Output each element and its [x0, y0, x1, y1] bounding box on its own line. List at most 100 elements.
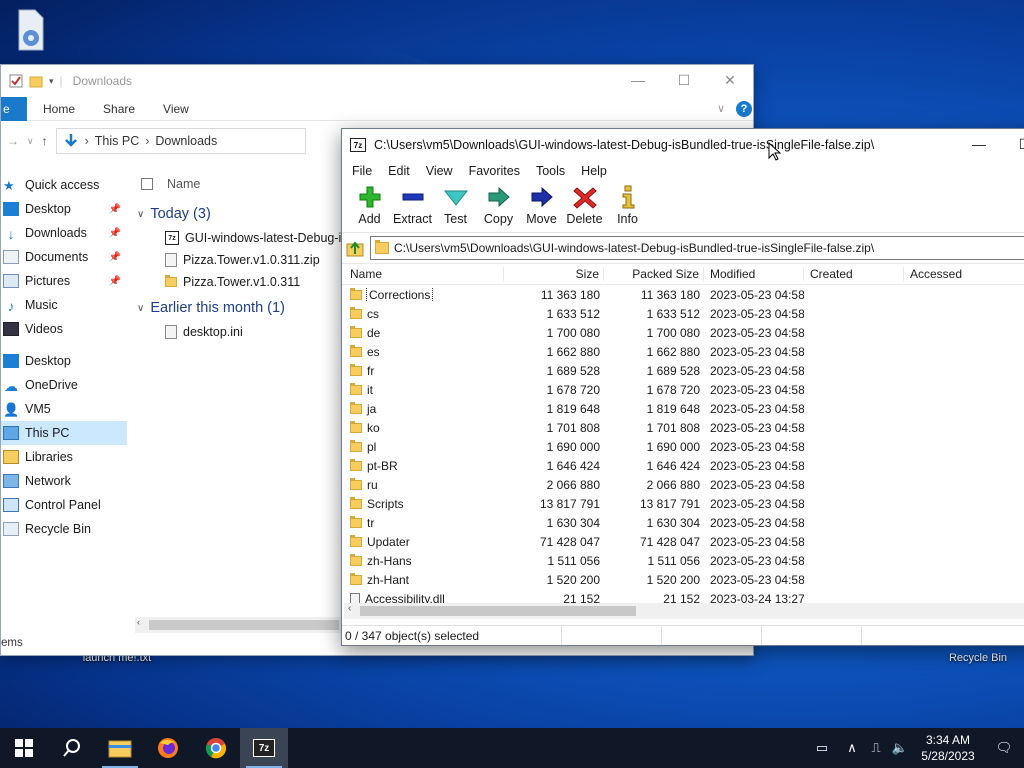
menu-file[interactable]: File	[344, 164, 380, 178]
table-row[interactable]: fr 1 689 528 1 689 528 2023-05-23 04:58	[342, 361, 1024, 380]
explorer-horizontal-scrollbar[interactable]: ‹	[135, 617, 345, 633]
recycle-bin-desktop-icon[interactable]: Recycle Bin	[938, 652, 1018, 664]
explorer-address-bar[interactable]: › This PC › Downloads	[55, 128, 306, 154]
maximize-icon[interactable]: ☐	[661, 65, 707, 95]
table-row[interactable]: zh-Hant 1 520 200 1 520 200 2023-05-23 04:5…	[342, 570, 1024, 589]
file-row[interactable]: Pizza.Tower.v1.0.311.zip	[135, 249, 355, 271]
column-header-size[interactable]: Size	[504, 267, 604, 281]
delete-button[interactable]: Delete	[563, 185, 606, 226]
nav-item-libraries[interactable]: Libraries	[1, 445, 127, 469]
menu-help[interactable]: Help	[573, 164, 615, 178]
nav-item-vm5[interactable]: 👤 VM5	[1, 397, 127, 421]
recent-locations-icon[interactable]: ∨	[27, 136, 34, 147]
file-row[interactable]: 7z GUI-windows-latest-Debug-is	[135, 227, 355, 249]
volume-muted-icon[interactable]: 🔈	[888, 728, 912, 768]
maximize-icon[interactable]: ☐	[1002, 129, 1024, 159]
table-row[interactable]: de 1 700 080 1 700 080 2023-05-23 04:58	[342, 323, 1024, 342]
table-row[interactable]: zh-Hans 1 511 056 1 511 056 2023-05-23 04:5…	[342, 551, 1024, 570]
file-row[interactable]: Pizza.Tower.v1.0.311	[135, 271, 355, 293]
nav-item-onedrive[interactable]: ☁ OneDrive	[1, 373, 127, 397]
select-all-checkbox[interactable]	[141, 178, 153, 190]
file-row[interactable]: desktop.ini	[135, 321, 355, 343]
group-header-today[interactable]: ∨ Today (3)	[135, 201, 355, 227]
up-folder-icon[interactable]	[346, 239, 364, 257]
menu-favorites[interactable]: Favorites	[461, 164, 528, 178]
group-header-earlier[interactable]: ∨ Earlier this month (1)	[135, 295, 355, 321]
nav-item-pictures[interactable]: Pictures 📌	[1, 269, 127, 293]
start-button[interactable]	[0, 728, 48, 768]
scrollbar-thumb[interactable]	[149, 620, 339, 630]
nav-item-videos[interactable]: Videos	[1, 317, 127, 341]
column-header-accessed[interactable]: Accessed	[904, 267, 1004, 281]
test-button[interactable]: Test	[434, 185, 477, 226]
nav-item-desktop[interactable]: Desktop 📌	[1, 197, 127, 221]
breadcrumb-downloads[interactable]: Downloads	[155, 134, 217, 148]
properties-icon[interactable]	[9, 74, 23, 88]
breadcrumb-this-pc[interactable]: This PC	[95, 134, 139, 148]
nav-item-downloads[interactable]: ↓ Downloads 📌	[1, 221, 127, 245]
menu-edit[interactable]: Edit	[380, 164, 418, 178]
ribbon-tab-share[interactable]: Share	[89, 102, 149, 116]
table-row[interactable]: es 1 662 880 1 662 880 2023-05-23 04:58	[342, 342, 1024, 361]
nav-item-this-pc[interactable]: This PC	[1, 421, 127, 445]
ribbon-file-tab[interactable]: e	[1, 96, 27, 121]
nav-item-desktop-root[interactable]: Desktop	[1, 349, 127, 373]
column-header-packed-size[interactable]: Packed Size	[604, 267, 704, 281]
table-row[interactable]: pt-BR 1 646 424 1 646 424 2023-05-23 04:58	[342, 456, 1024, 475]
extract-button[interactable]: Extract	[391, 185, 434, 226]
table-row[interactable]: ko 1 701 808 1 701 808 2023-05-23 04:58	[342, 418, 1024, 437]
network-tray-icon[interactable]: ⎍	[864, 728, 888, 768]
nav-item-quick-access[interactable]: ★ Quick access	[1, 173, 127, 197]
table-row[interactable]: pl 1 690 000 1 690 000 2023-05-23 04:58	[342, 437, 1024, 456]
taskbar-sevenzip[interactable]: 7z	[240, 728, 288, 768]
ribbon-tab-home[interactable]: Home	[29, 102, 89, 116]
ribbon-expand-icon[interactable]: ∨	[717, 102, 725, 115]
table-row[interactable]: Corrections 11 363 180 11 363 180 2023-05-2…	[342, 285, 1024, 304]
copy-button[interactable]: Copy	[477, 185, 520, 226]
minimize-icon[interactable]: —	[615, 65, 661, 95]
up-icon[interactable]: ↑	[42, 134, 48, 148]
nav-item-recycle-bin[interactable]: Recycle Bin	[1, 517, 127, 541]
desktop-ini-icon[interactable]	[0, 8, 66, 59]
minimize-icon[interactable]: —	[956, 129, 1002, 159]
close-icon[interactable]: ✕	[707, 65, 753, 95]
chevron-down-icon[interactable]: ▾	[49, 76, 54, 87]
nav-item-network[interactable]: Network	[1, 469, 127, 493]
taskbar-file-explorer[interactable]	[96, 728, 144, 768]
table-row[interactable]: ja 1 819 648 1 819 648 2023-05-23 04:58	[342, 399, 1024, 418]
table-row[interactable]: Scripts 13 817 791 13 817 791 2023-05-23 04…	[342, 494, 1024, 513]
touch-keyboard-icon[interactable]: ▭	[804, 728, 840, 768]
sevenzip-address-bar[interactable]: C:\Users\vm5\Downloads\GUI-windows-lates…	[370, 236, 1024, 260]
taskbar-clock[interactable]: 3:34 AM 5/28/2023	[912, 732, 984, 764]
nav-item-documents[interactable]: Documents 📌	[1, 245, 127, 269]
nav-item-music[interactable]: ♪ Music	[1, 293, 127, 317]
table-row[interactable]: cs 1 633 512 1 633 512 2023-05-23 04:58	[342, 304, 1024, 323]
info-button[interactable]: Info	[606, 185, 649, 226]
forward-icon[interactable]: →	[7, 134, 19, 148]
taskbar-chrome[interactable]	[192, 728, 240, 768]
menu-tools[interactable]: Tools	[528, 164, 573, 178]
scroll-left-icon[interactable]: ‹	[348, 603, 351, 614]
new-folder-icon[interactable]	[29, 74, 43, 88]
search-button[interactable]	[48, 728, 96, 768]
show-hidden-icons-icon[interactable]: ∧	[840, 728, 864, 768]
taskbar-firefox[interactable]	[144, 728, 192, 768]
notification-center-icon[interactable]: 🗨	[984, 728, 1024, 768]
column-header-modified[interactable]: Modified	[704, 267, 804, 281]
sevenzip-horizontal-scrollbar[interactable]: ‹	[344, 603, 1024, 619]
add-button[interactable]: Add	[348, 185, 391, 226]
table-row[interactable]: it 1 678 720 1 678 720 2023-05-23 04:58	[342, 380, 1024, 399]
nav-item-control-panel[interactable]: Control Panel	[1, 493, 127, 517]
menu-view[interactable]: View	[418, 164, 461, 178]
column-header-name[interactable]: Name	[342, 267, 504, 281]
ribbon-tab-view[interactable]: View	[149, 102, 203, 116]
table-row[interactable]: tr 1 630 304 1 630 304 2023-05-23 04:58	[342, 513, 1024, 532]
scroll-left-icon[interactable]: ‹	[137, 617, 140, 627]
column-header-created[interactable]: Created	[804, 267, 904, 281]
help-icon[interactable]: ?	[736, 100, 752, 117]
column-header-name[interactable]: Name	[135, 173, 355, 195]
move-button[interactable]: Move	[520, 185, 563, 226]
scrollbar-thumb[interactable]	[360, 606, 636, 616]
table-row[interactable]: ru 2 066 880 2 066 880 2023-05-23 04:58	[342, 475, 1024, 494]
table-row[interactable]: Updater 71 428 047 71 428 047 2023-05-23 04…	[342, 532, 1024, 551]
